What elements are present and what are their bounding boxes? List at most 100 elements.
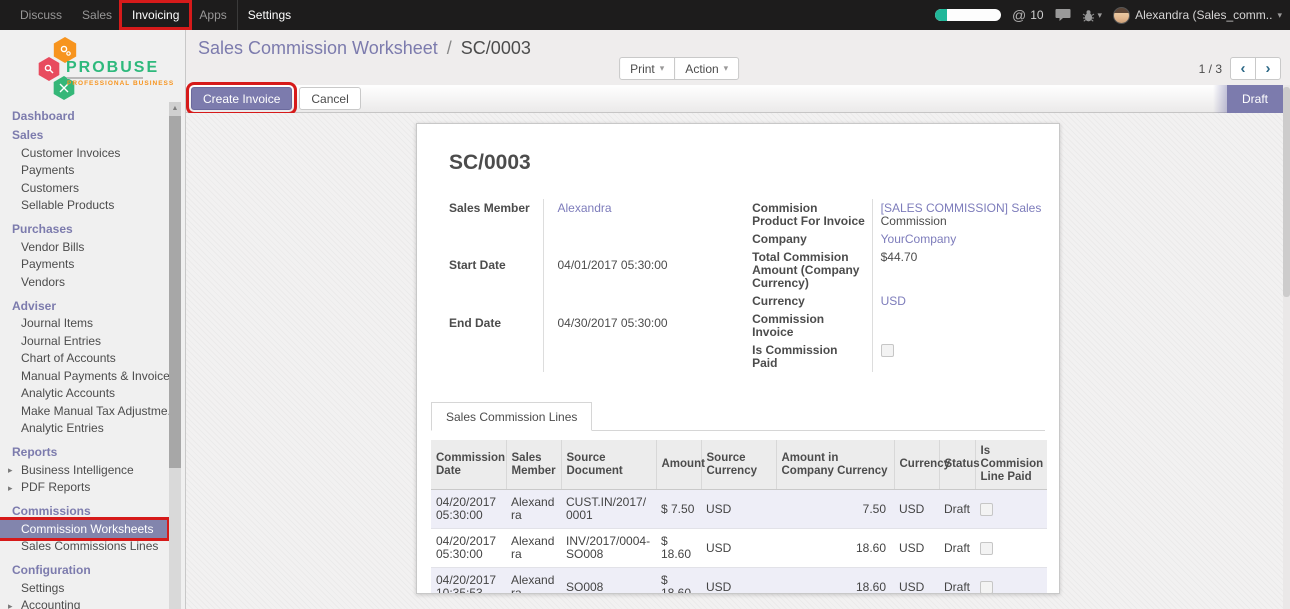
expand-arrow-icon[interactable]: ▸ xyxy=(8,600,13,609)
column-header[interactable]: Sales Member xyxy=(506,440,561,490)
table-row[interactable]: 04/20/2017 05:30:00AlexandraCUST.IN/2017… xyxy=(431,490,1047,529)
sidebar-item-analytic-accounts[interactable]: Analytic Accounts xyxy=(0,385,167,403)
cell-doc: SO008 xyxy=(561,568,656,595)
column-header[interactable]: Source Currency xyxy=(701,440,776,490)
column-header[interactable]: Is Commision Line Paid xyxy=(975,440,1047,490)
sidebar-item-journal-items[interactable]: Journal Items xyxy=(0,315,167,333)
topbar-menu-invoicing[interactable]: Invoicing xyxy=(122,3,189,27)
tab-sales-commission-lines[interactable]: Sales Commission Lines xyxy=(431,402,592,431)
field-value-link[interactable]: Alexandra xyxy=(558,201,612,215)
cancel-button[interactable]: Cancel xyxy=(299,87,360,110)
caret-down-icon: ▾ xyxy=(1277,10,1282,21)
status-badge-draft[interactable]: Draft xyxy=(1227,85,1283,113)
messages-button[interactable] xyxy=(1055,8,1071,22)
sidebar-section-configuration[interactable]: Configuration xyxy=(0,560,167,579)
sidebar-item-customer-invoices[interactable]: Customer Invoices xyxy=(0,144,167,162)
column-header[interactable]: Status xyxy=(939,440,975,490)
field-row: Sales MemberAlexandra xyxy=(449,199,730,257)
sidebar-section-purchases[interactable]: Purchases xyxy=(0,219,167,238)
field-label: Is Commission Paid xyxy=(752,341,872,372)
field-row: CompanyYourCompany xyxy=(752,230,1045,248)
sidebar-item-payments[interactable]: Payments xyxy=(0,162,167,180)
sidebar-item-analytic-entries[interactable]: Analytic Entries xyxy=(0,420,167,438)
caret-down-icon: ▾ xyxy=(724,63,729,74)
scroll-up-icon[interactable]: ▲ xyxy=(169,102,181,116)
print-button[interactable]: Print ▾ xyxy=(619,57,675,80)
sidebar-item-label: Vendors xyxy=(21,275,65,289)
sidebar-item-commission-worksheets[interactable]: Commission Worksheets xyxy=(0,520,167,538)
field-value-link[interactable]: USD xyxy=(881,294,906,308)
cell-amount_company: 18.60 xyxy=(776,529,894,568)
sidebar-item-label: Vendor Bills xyxy=(21,240,84,254)
sidebar-section-adviser[interactable]: Adviser xyxy=(0,296,167,315)
cell-date: 04/20/2017 05:30:00 xyxy=(431,490,506,529)
activity-count: 10 xyxy=(1030,8,1043,22)
topbar-menu-settings[interactable]: Settings xyxy=(237,0,301,30)
table-row[interactable]: 04/20/2017 10:35:53AlexandraSO008$ 18.60… xyxy=(431,568,1047,595)
cell-currency: USD xyxy=(894,490,939,529)
sidebar-section-sales[interactable]: Sales xyxy=(0,125,167,144)
sidebar-item-business-intelligence[interactable]: ▸Business Intelligence xyxy=(0,461,167,479)
sidebar-scrollbar[interactable]: ▲ xyxy=(169,102,181,609)
user-menu[interactable]: Alexandra (Sales_comm.. ▾ xyxy=(1113,7,1282,24)
action-label: Action xyxy=(685,62,718,76)
topbar-menus: DiscussSalesInvoicingAppsSettings xyxy=(0,0,301,30)
content-scrollbar[interactable] xyxy=(1283,85,1290,609)
sidebar-item-settings[interactable]: Settings xyxy=(0,579,167,597)
sidebar-item-accounting[interactable]: ▸Accounting xyxy=(0,597,167,609)
sidebar-item-customers[interactable]: Customers xyxy=(0,179,167,197)
field-value-link[interactable]: YourCompany xyxy=(881,232,957,246)
user-name: Alexandra (Sales_comm.. xyxy=(1135,8,1272,22)
sidebar-item-payments[interactable]: Payments xyxy=(0,256,167,274)
sidebar-scroll-thumb[interactable] xyxy=(169,116,181,468)
right-field-group: Commision Product For Invoice[SALES COMM… xyxy=(752,199,1045,372)
column-header[interactable]: Commission Date xyxy=(431,440,506,490)
sidebar-item-vendors[interactable]: Vendors xyxy=(0,273,167,291)
sidebar-item-make-manual-tax-adjustme-[interactable]: Make Manual Tax Adjustme... xyxy=(0,402,167,420)
column-header[interactable]: Source Document xyxy=(561,440,656,490)
sidebar-item-vendor-bills[interactable]: Vendor Bills xyxy=(0,238,167,256)
sidebar-item-journal-entries[interactable]: Journal Entries xyxy=(0,332,167,350)
pager-previous-button[interactable]: ‹ xyxy=(1230,57,1256,80)
breadcrumb-parent-link[interactable]: Sales Commission Worksheet xyxy=(198,38,438,58)
sidebar-item-sellable-products[interactable]: Sellable Products xyxy=(0,197,167,215)
field-value: 04/30/2017 05:30:00 xyxy=(543,314,730,372)
checkbox-unchecked[interactable] xyxy=(980,542,993,555)
debug-menu-button[interactable]: ▾ xyxy=(1082,9,1103,22)
create-invoice-button[interactable]: Create Invoice xyxy=(191,87,292,110)
column-header[interactable]: Amount in Company Currency xyxy=(776,440,894,490)
cell-currency: USD xyxy=(894,568,939,595)
sidebar-section-dashboard[interactable]: Dashboard xyxy=(0,106,167,125)
field-value: [SALES COMMISSION] SalesCommission xyxy=(872,199,1045,230)
checkbox-unchecked[interactable] xyxy=(881,344,894,357)
expand-arrow-icon[interactable]: ▸ xyxy=(8,482,13,495)
topbar-menu-sales[interactable]: Sales xyxy=(72,3,122,27)
expand-arrow-icon[interactable]: ▸ xyxy=(8,464,13,477)
checkbox-unchecked[interactable] xyxy=(980,503,993,516)
column-header[interactable]: Currency xyxy=(894,440,939,490)
activities-button[interactable]: @ 10 xyxy=(1012,7,1044,23)
field-row: Commision Product For Invoice[SALES COMM… xyxy=(752,199,1045,230)
pager-next-button[interactable]: › xyxy=(1255,57,1281,80)
sidebar-item-chart-of-accounts[interactable]: Chart of Accounts xyxy=(0,350,167,368)
column-header[interactable]: Amount xyxy=(656,440,701,490)
timer-widget[interactable] xyxy=(935,9,1001,21)
sidebar-item-label: Chart of Accounts xyxy=(21,351,116,365)
topbar-menu-discuss[interactable]: Discuss xyxy=(10,3,72,27)
sidebar-section-reports[interactable]: Reports xyxy=(0,442,167,461)
logo-subtitle: PROFESSIONAL BUSINESS xyxy=(67,80,174,87)
checkbox-unchecked[interactable] xyxy=(980,581,993,594)
topbar-menu-apps[interactable]: Apps xyxy=(189,3,236,27)
table-row[interactable]: 04/20/2017 05:30:00AlexandraINV/2017/000… xyxy=(431,529,1047,568)
sidebar-item-sales-commissions-lines[interactable]: Sales Commissions Lines xyxy=(0,538,167,556)
action-button[interactable]: Action ▾ xyxy=(674,57,739,80)
field-value-text: 04/01/2017 05:30:00 xyxy=(558,258,668,272)
pager: 1 / 3 ‹› xyxy=(1199,57,1281,80)
sidebar-item-pdf-reports[interactable]: ▸PDF Reports xyxy=(0,479,167,497)
sidebar-section-commissions[interactable]: Commissions xyxy=(0,501,167,520)
sidebar-item-label: Make Manual Tax Adjustme... xyxy=(21,404,178,418)
sidebar: PROBUSE PROFESSIONAL BUSINESS DashboardS… xyxy=(0,30,186,609)
content-scroll-thumb[interactable] xyxy=(1283,87,1290,297)
field-value-link[interactable]: [SALES COMMISSION] Sales xyxy=(881,201,1042,215)
sidebar-item-manual-payments-invoice-[interactable]: Manual Payments & Invoice... xyxy=(0,367,167,385)
